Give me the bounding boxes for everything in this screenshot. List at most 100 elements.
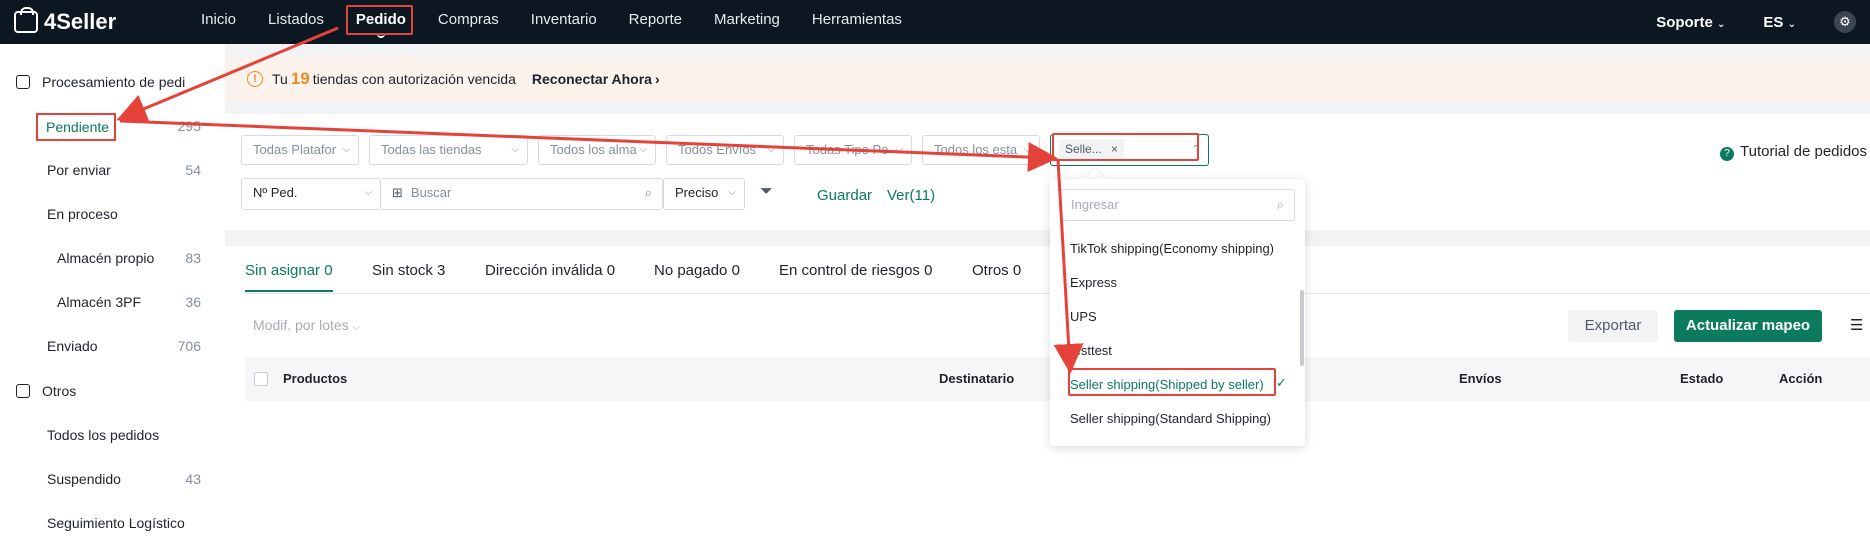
sidebar-item-count: 83 (185, 250, 201, 266)
sidebar-item-count: 54 (185, 162, 201, 178)
search-icon: ⌕ (1276, 197, 1284, 212)
column-productos: Productos (283, 371, 348, 386)
chevron-down-icon: ⌵ (767, 144, 775, 155)
chevron-down-icon: ⌵ (728, 187, 736, 198)
top-right-controls: Soporte ⌄ ES ⌄ ⚙ (1656, 0, 1870, 44)
sidebar-item-label: Almacén 3PF (57, 294, 142, 310)
batch-label: Modif. por lotes (253, 317, 349, 333)
sidebar-item-pendiente[interactable]: Pendiente (36, 113, 116, 141)
update-mapping-button[interactable]: Actualizar mapeo (1674, 310, 1822, 342)
sidebar-item-almacen-3pf[interactable]: Almacén 3PF 36 (57, 294, 225, 310)
shipping-service-dropdown: Ingresar ⌕ TikTok shipping(Economy shipp… (1050, 179, 1305, 446)
grid-icon: ⊞ (392, 185, 403, 200)
sidebar-item-count: 295 (177, 118, 201, 134)
nav-inventario[interactable]: Inventario (515, 0, 613, 44)
nav-marketing[interactable]: Marketing (698, 0, 796, 44)
language-menu[interactable]: ES ⌄ (1763, 14, 1796, 31)
shipping-filter[interactable]: Todos Envíos ⌵ (666, 135, 784, 165)
sidebar-item-label: Pendiente (46, 119, 110, 135)
dropdown-search-placeholder: Ingresar (1071, 197, 1119, 212)
banner-pre: Tu (272, 71, 288, 87)
sidebar-item-por-enviar[interactable]: Por enviar 54 (47, 162, 225, 178)
chevron-down-icon: ⌵ (364, 187, 372, 198)
tab-sin-asignar[interactable]: Sin asignar 0 (245, 262, 333, 279)
dropdown-option[interactable]: TikTok shipping(Economy shipping) (1070, 241, 1274, 256)
nav-listados[interactable]: Listados (252, 0, 340, 44)
column-accion: Acción (1779, 371, 1823, 386)
save-filter-button[interactable]: Guardar (817, 187, 872, 204)
filter-value: Todas las tiendas (381, 142, 482, 157)
sidebar-item-suspendido[interactable]: Suspendido 43 (47, 471, 225, 487)
sidebar-group-procesamiento[interactable]: Procesamiento de pedi (16, 74, 241, 90)
search-input[interactable]: ⊞ Buscar ⌕ (381, 178, 663, 210)
chevron-down-icon: ⌵ (352, 322, 361, 333)
soporte-menu[interactable]: Soporte ⌄ (1656, 14, 1725, 31)
order-field-select[interactable]: Nº Ped. ⌵ (241, 178, 381, 210)
tab-otros[interactable]: Otros 0 (972, 262, 1021, 279)
sidebar-item-enviado[interactable]: Enviado 706 (47, 338, 225, 354)
sidebar-item-almacen-propio[interactable]: Almacén propio 83 (57, 250, 225, 266)
tab-control-riesgos[interactable]: En control de riesgos 0 (779, 262, 932, 279)
sidebar-group-otros[interactable]: Otros (16, 383, 241, 399)
dropdown-option[interactable]: Express (1070, 275, 1117, 290)
chevron-down-icon: ⌵ (342, 144, 350, 155)
app-logo[interactable]: 4Seller (14, 7, 117, 35)
chevron-down-icon: ⌵ (639, 144, 647, 155)
status-filter[interactable]: Todos los esta ⌵ (922, 135, 1040, 165)
sidebar-item-label: Por enviar (47, 162, 111, 178)
tutorial-link[interactable]: ? Tutorial de pedidos (1720, 143, 1867, 161)
batch-edit-menu[interactable]: Modif. por lotes ⌵ (253, 317, 360, 333)
store-filter[interactable]: Todas las tiendas ⌵ (369, 135, 528, 165)
chevron-down-icon: ⌵ (1023, 144, 1031, 155)
annotation-box-selected-option (1068, 368, 1276, 396)
filter-value: Todas Tipo Pe (806, 142, 889, 157)
sidebar-item-count: 706 (177, 338, 201, 354)
match-mode-select[interactable]: Preciso ⌵ (663, 178, 745, 210)
settings-gear-icon[interactable]: ⚙ (1834, 11, 1856, 33)
sidebar-item-label: Enviado (47, 338, 98, 354)
dropdown-scrollbar[interactable] (1300, 290, 1304, 366)
tab-no-pagado[interactable]: No pagado 0 (654, 262, 740, 279)
column-destinatario: Destinatario (939, 371, 1015, 386)
dropdown-option[interactable]: UPS (1070, 309, 1097, 324)
banner-text: tiendas con autorización vencida (312, 71, 516, 87)
column-envios: Envíos (1459, 371, 1502, 386)
filter-value: Nº Ped. (253, 185, 298, 200)
chevron-down-icon: ⌄ (1717, 18, 1726, 30)
nav-herramientas[interactable]: Herramientas (796, 0, 918, 44)
sidebar-item-seguimiento[interactable]: Seguimiento Logístico (47, 515, 225, 531)
warehouse-filter[interactable]: Todos los alma ⌵ (538, 135, 656, 165)
reconnect-link[interactable]: Reconectar Ahora (532, 71, 652, 87)
view-filters-button[interactable]: Ver(11) (887, 187, 935, 204)
sidebar-item-label: Almacén propio (57, 250, 155, 266)
nav-reporte[interactable]: Reporte (613, 0, 698, 44)
search-icon[interactable]: ⌕ (645, 179, 652, 207)
dropdown-option[interactable]: Seller shipping(Standard Shipping) (1070, 411, 1271, 426)
soporte-label: Soporte (1656, 13, 1713, 31)
sidebar-item-en-proceso[interactable]: En proceso (47, 206, 225, 222)
export-button[interactable]: Exportar (1568, 310, 1658, 342)
logo-text: 4Seller (44, 9, 117, 34)
filter-value: Preciso (675, 185, 719, 200)
nav-inicio[interactable]: Inicio (185, 0, 252, 44)
order-type-filter[interactable]: Todas Tipo Pe ⌵ (794, 135, 912, 165)
funnel-icon[interactable]: ⏷ (760, 183, 773, 201)
annotation-box-select (1052, 133, 1199, 161)
filter-value: Todas Platafor (253, 142, 337, 157)
tab-sin-stock[interactable]: Sin stock 3 (372, 262, 445, 279)
chevron-right-icon: › (654, 71, 660, 87)
nav-compras[interactable]: Compras (422, 0, 515, 44)
dropdown-option[interactable]: testtest (1070, 343, 1112, 358)
platform-filter[interactable]: Todas Platafor ⌵ (241, 135, 359, 165)
language-label: ES (1763, 13, 1784, 31)
sidebar-item-label: Seguimiento Logístico (47, 515, 185, 531)
annotation-box-pedido (346, 5, 413, 35)
column-settings-icon[interactable]: ☰ (1850, 316, 1863, 334)
tab-active-underline (245, 290, 333, 292)
dropdown-search-input[interactable]: Ingresar ⌕ (1060, 189, 1295, 221)
filter-value: Todos los alma (550, 142, 637, 157)
select-all-checkbox[interactable] (254, 372, 268, 386)
tab-direccion-invalida[interactable]: Dirección inválida 0 (485, 262, 615, 279)
help-icon: ? (1720, 147, 1734, 161)
sidebar-item-todos-pedidos[interactable]: Todos los pedidos (47, 427, 225, 443)
